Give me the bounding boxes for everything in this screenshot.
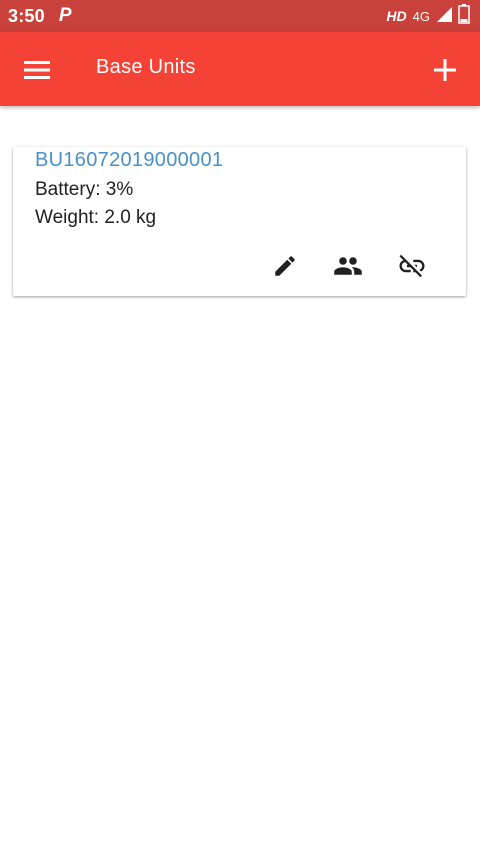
base-unit-id-link[interactable]: BU16072019000001 (35, 149, 223, 172)
status-time: 3:50 (8, 5, 45, 26)
network-type: 4G (412, 8, 430, 24)
status-bar: 3:50 P HD 4G (0, 0, 480, 32)
menu-button[interactable] (20, 53, 54, 87)
hamburger-menu-icon (24, 61, 50, 79)
plus-icon (434, 59, 456, 81)
signal-icon (436, 6, 452, 27)
manage-users-button[interactable] (331, 249, 365, 283)
weight-value: Weight: 2.0 kg (35, 207, 157, 228)
edit-button[interactable] (268, 249, 302, 283)
people-icon (334, 257, 362, 275)
base-unit-card[interactable]: BU16072019000001 Battery: 3% Weight: 2.0… (13, 147, 466, 296)
unlink-button[interactable] (395, 249, 429, 283)
app-bar: Base Units (0, 32, 480, 106)
pencil-icon (275, 256, 295, 276)
battery-level: Battery: 3% (35, 179, 134, 200)
battery-icon (458, 3, 470, 29)
page-title: Base Units (96, 56, 196, 78)
link-off-icon (399, 254, 425, 278)
parking-app-indicator: P (58, 5, 72, 26)
add-base-unit-button[interactable] (428, 53, 462, 87)
hd-indicator: HD (386, 8, 407, 24)
status-indicators: HD 4G (386, 3, 470, 29)
